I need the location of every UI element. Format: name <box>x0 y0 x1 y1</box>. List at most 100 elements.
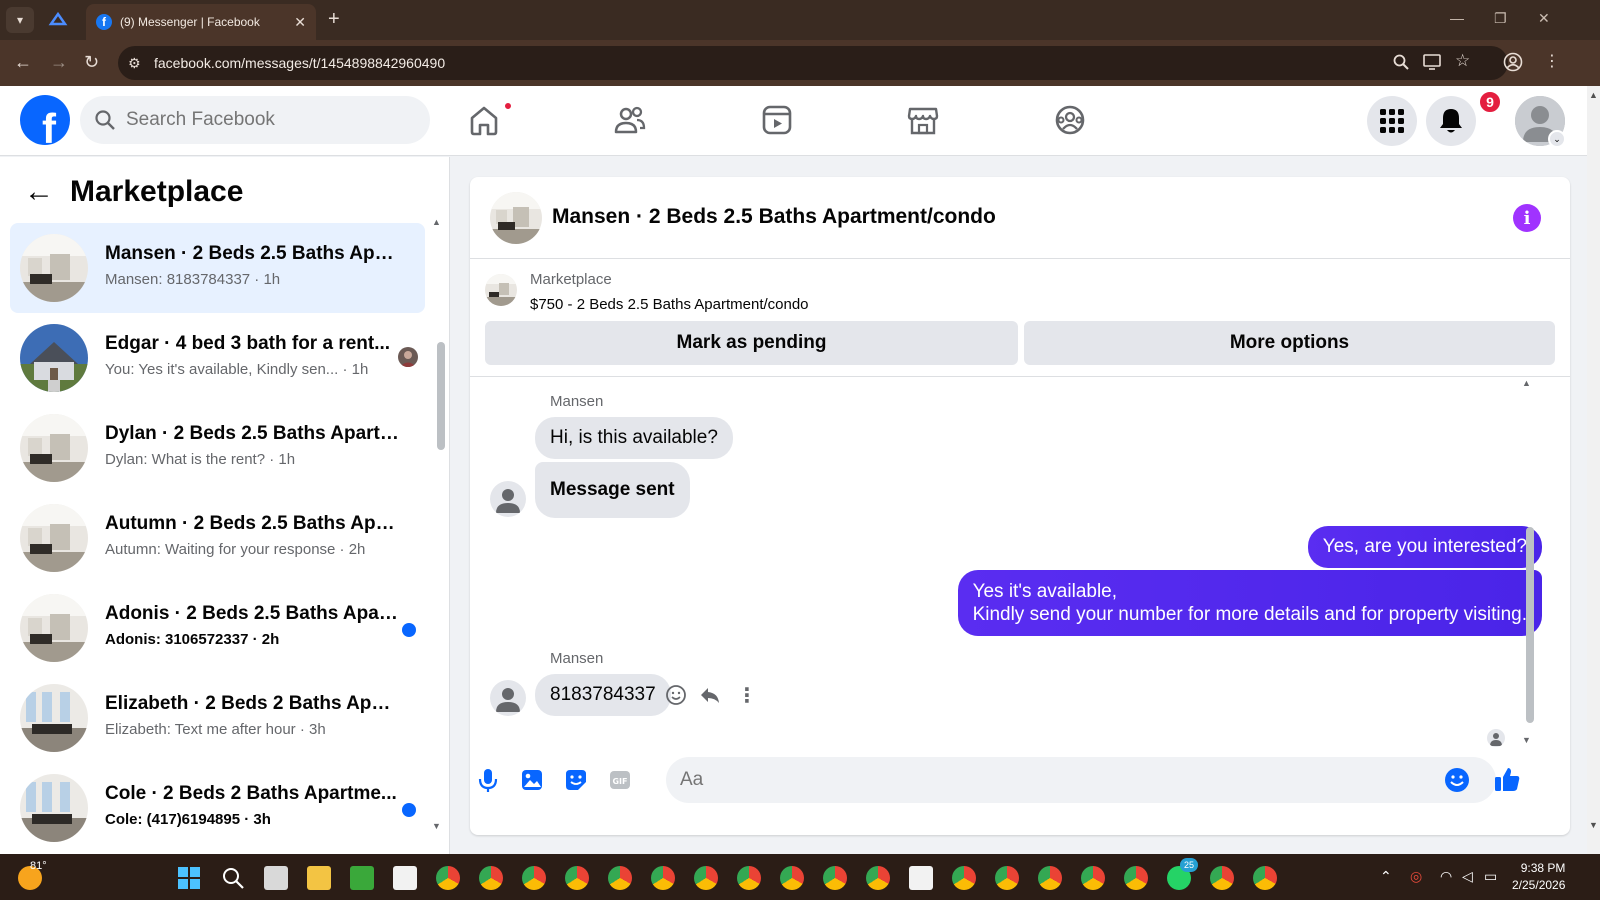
incoming-message[interactable]: 8183784337 <box>535 674 671 716</box>
clock[interactable]: 9:38 PM 2/25/2026 <box>1512 860 1565 894</box>
minimize-icon[interactable]: — <box>1450 10 1464 26</box>
chrome-icon[interactable] <box>952 866 976 890</box>
file-explorer-icon[interactable] <box>307 866 331 890</box>
workspace-icon[interactable] <box>48 10 68 30</box>
sticker-icon[interactable] <box>562 766 590 794</box>
facebook-logo[interactable]: f <box>20 95 70 145</box>
scroll-down-arrow-icon[interactable]: ▼ <box>1522 735 1531 745</box>
photo-icon[interactable] <box>518 766 546 794</box>
site-info-icon[interactable]: ⚙ <box>128 55 141 72</box>
back-icon[interactable]: ← <box>14 52 32 72</box>
chrome-icon[interactable] <box>1253 866 1277 890</box>
chrome-icon[interactable] <box>694 866 718 890</box>
chrome-icon[interactable] <box>522 866 546 890</box>
chrome-icon[interactable] <box>1038 866 1062 890</box>
incoming-message[interactable]: Hi, is this available? <box>535 417 733 459</box>
scroll-up-arrow-icon[interactable]: ▲ <box>1589 90 1598 100</box>
incoming-message[interactable]: Message sent <box>535 462 690 518</box>
info-icon[interactable]: i <box>1513 204 1541 232</box>
spreadsheet-app-icon[interactable] <box>350 866 374 890</box>
search-box[interactable] <box>80 96 430 144</box>
chrome-icon[interactable] <box>565 866 589 890</box>
tray-app-icon[interactable]: ◎ <box>1410 868 1422 885</box>
microphone-icon[interactable] <box>474 766 502 794</box>
search-input[interactable] <box>126 109 406 131</box>
groups-icon[interactable] <box>1050 100 1090 140</box>
chrome-icon[interactable] <box>737 866 761 890</box>
zoom-icon[interactable] <box>1393 54 1409 70</box>
video-icon[interactable] <box>757 100 797 140</box>
chat-avatar[interactable] <box>490 192 542 244</box>
chrome-icon[interactable] <box>608 866 632 890</box>
windows-start-icon[interactable] <box>177 866 201 890</box>
conversation-item[interactable]: Cole · 2 Beds 2 Baths Apartme... Cole: (… <box>10 763 425 853</box>
thread-scroll-thumb[interactable] <box>1526 527 1534 723</box>
scroll-up-arrow-icon[interactable]: ▲ <box>432 217 441 227</box>
chrome-icon[interactable] <box>1210 866 1234 890</box>
marketplace-icon[interactable] <box>903 100 943 140</box>
account-chevron-down-icon[interactable]: ⌄ <box>1548 130 1566 148</box>
battery-icon[interactable]: ▭ <box>1484 868 1497 885</box>
chrome-icon[interactable] <box>1124 866 1148 890</box>
menu-button[interactable] <box>1367 96 1417 146</box>
conversation-item[interactable]: Adonis · 2 Beds 2.5 Baths Apar... Adonis… <box>10 583 425 673</box>
store-icon[interactable] <box>393 866 417 890</box>
page-scrollbar[interactable]: ▲ ▼ <box>1587 86 1600 854</box>
taskbar-search-icon[interactable] <box>221 866 245 890</box>
active-tab[interactable]: f (9) Messenger | Facebook ✕ <box>86 4 316 40</box>
snipping-tool-icon[interactable] <box>909 866 933 890</box>
chrome-icon[interactable] <box>1081 866 1105 890</box>
react-emoji-icon[interactable] <box>665 684 687 706</box>
scroll-down-arrow-icon[interactable]: ▼ <box>432 821 441 831</box>
conversation-item[interactable]: Autumn · 2 Beds 2.5 Baths Apart... Autum… <box>10 493 425 583</box>
chrome-icon[interactable] <box>436 866 460 890</box>
chrome-icon[interactable] <box>823 866 847 890</box>
url-bar[interactable]: ⚙ facebook.com/messages/t/14548988429604… <box>118 46 1508 80</box>
chrome-icon[interactable] <box>651 866 675 890</box>
new-tab-button[interactable]: + <box>328 9 340 29</box>
scroll-up-arrow-icon[interactable]: ▲ <box>1522 378 1531 388</box>
conversation-item[interactable]: Mansen · 2 Beds 2.5 Baths Apart... Manse… <box>10 223 425 313</box>
listing-thumbnail[interactable] <box>485 274 517 306</box>
tab-close-icon[interactable]: ✕ <box>294 14 306 31</box>
chat-title[interactable]: Mansen · 2 Beds 2.5 Baths Apartment/cond… <box>552 205 996 229</box>
chrome-icon[interactable] <box>479 866 503 890</box>
restore-icon[interactable]: ❐ <box>1494 10 1507 27</box>
forward-icon[interactable]: → <box>50 52 68 72</box>
message-input-box[interactable] <box>666 757 1496 803</box>
tab-search-button[interactable]: ▾ <box>6 7 34 33</box>
install-app-icon[interactable] <box>1423 53 1441 71</box>
emoji-icon[interactable] <box>1444 767 1470 793</box>
chrome-icon[interactable] <box>780 866 804 890</box>
back-arrow-icon[interactable]: ← <box>24 177 54 207</box>
window-close-icon[interactable]: ✕ <box>1538 10 1550 27</box>
browser-menu-icon[interactable]: ⋮ <box>1544 51 1560 71</box>
wifi-icon[interactable]: ◠ <box>1440 868 1452 885</box>
conversation-item[interactable]: Dylan · 2 Beds 2.5 Baths Apartm... Dylan… <box>10 403 425 493</box>
outgoing-message[interactable]: Yes it's available, Kindly send your num… <box>957 570 1542 636</box>
sidebar-scroll-thumb[interactable] <box>437 342 445 450</box>
reload-icon[interactable]: ↻ <box>84 52 99 72</box>
notifications-button[interactable] <box>1426 96 1476 146</box>
mark-as-pending-button[interactable]: Mark as pending <box>485 321 1018 365</box>
reply-icon[interactable] <box>699 684 721 706</box>
outgoing-message[interactable]: Yes, are you interested? <box>1307 526 1542 568</box>
bookmark-star-icon[interactable]: ☆ <box>1455 51 1470 71</box>
chrome-icon[interactable] <box>866 866 890 890</box>
scroll-down-arrow-icon[interactable]: ▼ <box>1589 820 1598 830</box>
task-view-icon[interactable] <box>264 866 288 890</box>
chrome-icon[interactable] <box>995 866 1019 890</box>
sidebar-scrollbar[interactable]: ▲ ▼ <box>432 217 442 847</box>
message-input[interactable] <box>680 769 1420 791</box>
home-icon[interactable] <box>464 100 504 140</box>
more-actions-icon[interactable]: ⋮ <box>737 683 757 708</box>
thumbs-up-icon[interactable] <box>1492 764 1522 794</box>
listing-price[interactable]: $750 - 2 Beds 2.5 Baths Apartment/condo <box>530 296 809 313</box>
volume-icon[interactable]: ◁ <box>1462 868 1473 885</box>
tray-chevron-up-icon[interactable]: ⌃ <box>1380 868 1392 885</box>
profile-icon[interactable] <box>1503 52 1523 72</box>
conversation-item[interactable]: Elizabeth · 2 Beds 2 Baths Apart... Eliz… <box>10 673 425 763</box>
friends-icon[interactable] <box>610 100 650 140</box>
conversation-item[interactable]: Edgar · 4 bed 3 bath for a rent... You: … <box>10 313 425 403</box>
gif-icon[interactable]: GIF <box>606 766 634 794</box>
